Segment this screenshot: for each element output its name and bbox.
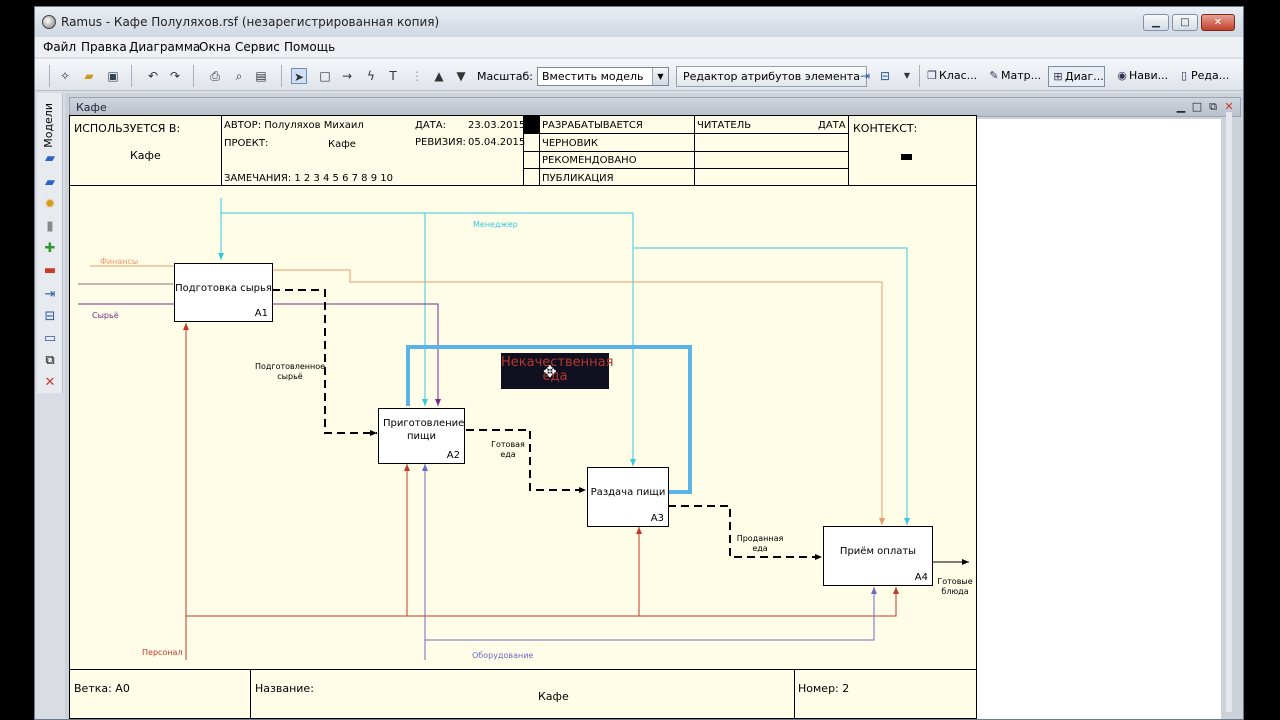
label-prepared-raw[interactable]: Подготовленное сырьё (252, 362, 328, 382)
activity-name: Приготовление пищи (383, 418, 465, 442)
activity-name: Раздача пищи (590, 487, 666, 498)
arrow-staff (186, 587, 899, 617)
label-finance[interactable]: Финансы (100, 257, 138, 267)
activity-number: A4 (914, 572, 928, 583)
label-sold-food[interactable]: Проданная еда (732, 534, 788, 554)
arrow-finance (272, 269, 885, 525)
activity-name: Подготовка сырья (175, 283, 272, 294)
idef0-sheet: ИСПОЛЬЗУЕТСЯ В: Кафе АВТОР: Полуляхов Ми… (0, 0, 1280, 720)
activity-number: A2 (446, 450, 460, 461)
connector-arrows (78, 198, 969, 660)
move-cursor-icon: ✥ (543, 362, 557, 381)
label-ready-food[interactable]: Готовая еда (488, 440, 528, 460)
activity-box-a3[interactable]: Раздача пищи A3 (587, 467, 669, 527)
label-raw[interactable]: Сырьё (92, 311, 119, 321)
activity-box-a4[interactable]: Приём оплаты A4 (823, 526, 933, 586)
label-staff[interactable]: Персонал (142, 648, 183, 658)
activity-name: Приём оплаты (839, 546, 917, 557)
arrow-equipment (425, 587, 877, 641)
activity-number: A3 (650, 513, 664, 524)
arrow-ready-food (466, 429, 586, 493)
activity-box-a2[interactable]: Приготовление пищи A2 (378, 408, 465, 464)
vertical-scrollbar[interactable] (1226, 112, 1232, 712)
label-ready-dishes[interactable]: Готовые блюда (935, 577, 975, 597)
activity-number: A1 (254, 308, 268, 319)
arrow-manager (633, 247, 910, 525)
activity-box-a1[interactable]: Подготовка сырья A1 (174, 263, 273, 322)
label-manager[interactable]: Менеджер (473, 220, 518, 230)
label-equipment[interactable]: Оборудование (472, 651, 533, 661)
